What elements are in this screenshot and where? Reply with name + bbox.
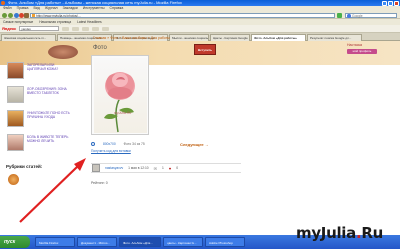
photo-frame[interactable]: myJulia.Ru xyxy=(91,55,149,135)
breadcrumb[interactable]: Главная » Фото » Ваши альбомы » Для рабо… xyxy=(93,36,170,40)
brand-tld: Ru xyxy=(361,224,384,242)
ad-text[interactable]: УНИЧТОЖЬТЕ ПОНО ЕСТЬ ПРИЧИНА УХОДА xyxy=(27,111,72,120)
ad-thumbnail xyxy=(7,62,24,79)
yandex-toolbar: Яндекс yandex xyxy=(0,25,400,33)
tab-active[interactable]: Фото. Альбом «Для работы» xyxy=(251,34,306,41)
tab[interactable]: Женская социальная сеть m... xyxy=(1,34,56,41)
embed-code-link[interactable]: Получить код для вставки xyxy=(91,149,131,153)
next-photo-link[interactable]: Следующее → xyxy=(180,142,209,147)
ad-thumbnail xyxy=(7,86,24,103)
start-button[interactable]: пуск xyxy=(0,236,30,248)
promo-button[interactable]: Вступить xyxy=(194,44,216,55)
photo-image[interactable]: myJulia.Ru xyxy=(94,58,147,133)
page-title: Фото xyxy=(93,45,107,51)
comment-row: nastasyavvv 1 мая в 12:10 ✉ 1 ♥ 0 xyxy=(91,163,241,173)
minimize-button[interactable] xyxy=(382,0,387,6)
toolbar-button[interactable] xyxy=(92,26,100,31)
ad-text[interactable]: ЗАГОРЕЛАЯ ИЛИ ЦЫПЛЯЧЬЯ КОЖА? xyxy=(27,63,72,72)
section-title: Рубрики статей: xyxy=(6,164,43,169)
tab-strip: Женская социальная сеть m... Помощь - же… xyxy=(0,33,400,41)
comment-icon[interactable]: ✉ xyxy=(154,166,157,171)
search-placeholder: Google xyxy=(352,13,363,18)
google-icon xyxy=(347,14,351,18)
toolbar-button[interactable] xyxy=(62,26,70,31)
ad-item[interactable]: УНИЧТОЖЬТЕ ПОНО ЕСТЬ ПРИЧИНА УХОДА xyxy=(5,110,73,130)
user-name[interactable]: Настасья xyxy=(347,43,400,48)
firefox-icon xyxy=(1,1,5,5)
go-button[interactable] xyxy=(337,12,342,18)
navigation-toolbar: http://www.myjulia.ru/photos/... Google xyxy=(0,11,400,19)
ad-text[interactable]: ЛОР-ОБОЗРЕНИЯ: ЗОНА ВМЕСТО ТАБЛЕТОК xyxy=(27,87,72,96)
left-ads-column: ЗАГОРЕЛАЯ ИЛИ ЦЫПЛЯЧЬЯ КОЖА? ЛОР-ОБОЗРЕН… xyxy=(5,62,73,172)
ad-text[interactable]: БОЛЬ В ЖИВОТЕ ТЕПЕРЬ МОЖНО ЛЕЧИТЬ xyxy=(27,135,72,144)
address-url: http://www.myjulia.ru/photos/... xyxy=(36,13,81,18)
heart-icon[interactable]: ♥ xyxy=(169,166,171,171)
search-input[interactable]: Google xyxy=(345,12,397,18)
header-image xyxy=(48,45,78,59)
maximize-button[interactable] xyxy=(388,0,393,6)
taskbar-item[interactable]: Документ1 - Micros... xyxy=(77,237,117,247)
tab[interactable]: Мысли - женская социальн... xyxy=(169,34,209,41)
user-area: Настасья мой профиль xyxy=(345,43,400,63)
photo-counter: Фото 34 из 75 xyxy=(123,142,145,146)
back-button[interactable] xyxy=(2,12,7,18)
comment-count: 1 xyxy=(161,166,164,170)
profile-button[interactable]: мой профиль xyxy=(347,49,377,54)
site-favicon-icon xyxy=(32,14,35,17)
window-controls xyxy=(382,0,399,6)
toolbar-button[interactable] xyxy=(72,26,80,31)
rating: Рейтинг: 0 xyxy=(91,181,108,185)
magnifier-icon[interactable] xyxy=(91,142,95,146)
like-count: 0 xyxy=(176,166,179,170)
rose-image xyxy=(104,72,135,133)
rubric-icon[interactable] xyxy=(8,174,19,185)
close-button[interactable] xyxy=(394,0,399,6)
ad-thumbnail xyxy=(7,134,24,151)
comment-author[interactable]: nastasyavvv xyxy=(105,166,123,170)
photo-watermark: myJulia.Ru xyxy=(114,111,132,115)
yandex-search-input[interactable]: yandex xyxy=(19,26,60,31)
taskbar-item[interactable]: Mozilla Firefox xyxy=(35,237,75,247)
brand-logo: myJulia.Ru xyxy=(296,224,383,242)
photo-meta: 800x700 Фото 34 из 75 xyxy=(91,142,251,146)
tab[interactable]: Цветы - Картинки Google xyxy=(210,34,250,41)
taskbar-item-active[interactable]: Фото. Альбом «Для... xyxy=(119,237,161,247)
ad-thumbnail xyxy=(7,110,24,127)
address-bar[interactable]: http://www.myjulia.ru/photos/... xyxy=(30,12,335,18)
toolbar-button[interactable] xyxy=(82,26,90,31)
ad-item[interactable]: ЗАГОРЕЛАЯ ИЛИ ЦЫПЛЯЧЬЯ КОЖА? xyxy=(5,62,73,82)
avatar[interactable] xyxy=(92,164,100,172)
toolbar-button[interactable] xyxy=(102,26,110,31)
comment-date: 1 мая в 12:10 xyxy=(128,166,149,170)
tab[interactable]: Результат поиска Google дл... xyxy=(307,34,362,41)
taskbar-item[interactable]: Adobe Photoshop xyxy=(205,237,245,247)
brand-name: myJulia xyxy=(296,224,356,242)
home-button[interactable] xyxy=(24,12,29,18)
ad-item[interactable]: ЛОР-ОБОЗРЕНИЯ: ЗОНА ВМЕСТО ТАБЛЕТОК xyxy=(5,86,73,106)
photo-size-link[interactable]: 800x700 xyxy=(103,142,116,146)
yandex-logo: Яндекс xyxy=(2,26,17,31)
ad-item[interactable]: БОЛЬ В ЖИВОТЕ ТЕПЕРЬ МОЖНО ЛЕЧИТЬ xyxy=(5,134,73,154)
window-title: Фото. Альбом «Для работы» - Альбомы - же… xyxy=(8,0,182,5)
taskbar-item[interactable]: цветы - Картинки G... xyxy=(163,237,203,247)
forward-button[interactable] xyxy=(8,12,13,18)
